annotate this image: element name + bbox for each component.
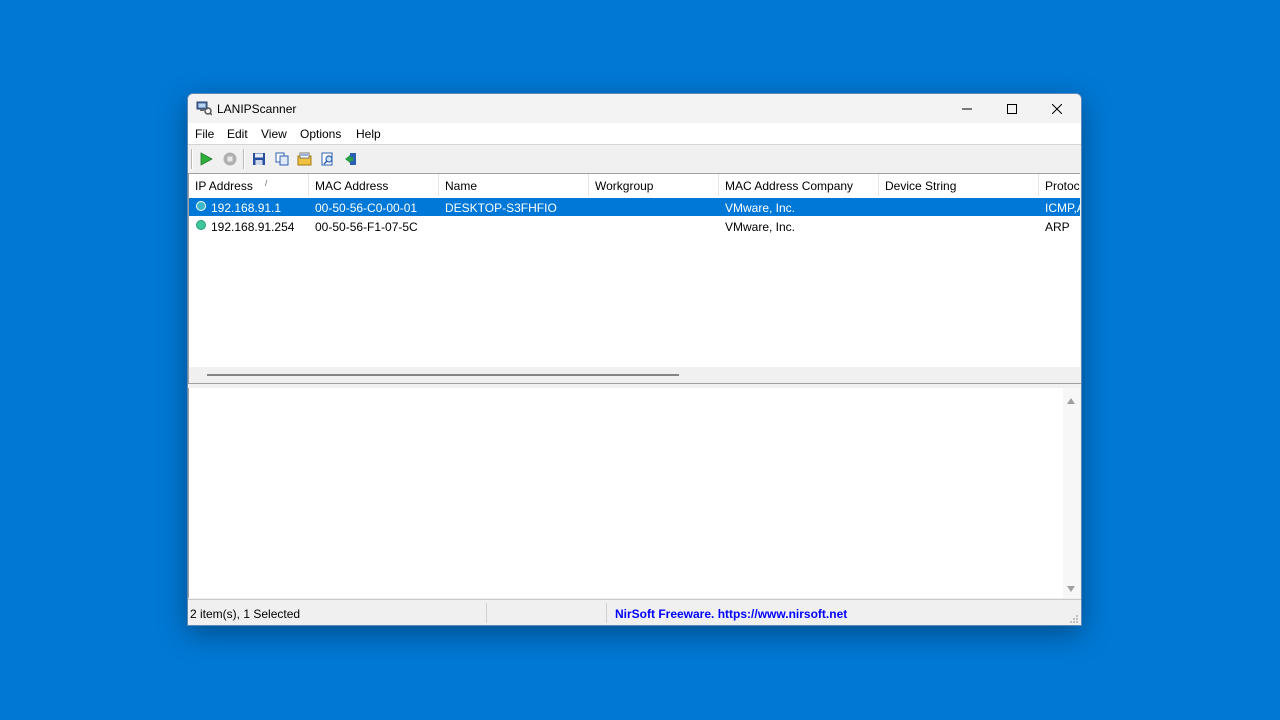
stop-scan-icon bbox=[223, 152, 237, 166]
cell-company: VMware, Inc. bbox=[725, 220, 796, 234]
copy-icon bbox=[275, 152, 289, 166]
horizontal-scrollbar-thumb[interactable] bbox=[207, 374, 679, 376]
toolbar-separator bbox=[191, 149, 193, 169]
scroll-down-icon[interactable] bbox=[1067, 586, 1075, 592]
copy-button[interactable] bbox=[273, 150, 291, 168]
start-scan-icon bbox=[200, 152, 213, 166]
stop-scan-button[interactable] bbox=[221, 150, 239, 168]
status-dot-icon bbox=[196, 201, 206, 211]
menu-bar: File Edit View Options Help bbox=[188, 123, 1081, 144]
status-panel-middle bbox=[487, 600, 606, 625]
status-dot-icon bbox=[196, 220, 206, 230]
menu-edit[interactable]: Edit bbox=[227, 127, 248, 141]
menu-view[interactable]: View bbox=[261, 127, 287, 141]
cell-ip: 192.168.91.1 bbox=[211, 201, 282, 215]
table-row[interactable]: 192.168.91.254 00-50-56-F1-07-5C VMware,… bbox=[189, 217, 1080, 235]
column-mac-company[interactable]: MAC Address Company bbox=[719, 174, 879, 196]
vertical-scrollbar[interactable] bbox=[1063, 388, 1080, 598]
column-protocol[interactable]: Protocol bbox=[1039, 174, 1080, 196]
cell-protocol: ICMP,A bbox=[1045, 201, 1080, 215]
status-panel-count: 2 item(s), 1 Selected bbox=[188, 600, 486, 625]
minimize-icon bbox=[962, 108, 972, 109]
cell-protocol: ARP bbox=[1045, 220, 1070, 234]
menu-options[interactable]: Options bbox=[300, 127, 341, 141]
column-mac-address[interactable]: MAC Address bbox=[309, 174, 439, 196]
minimize-button[interactable] bbox=[944, 94, 990, 123]
exit-icon bbox=[345, 153, 356, 165]
nirsoft-link[interactable]: NirSoft Freeware. https://www.nirsoft.ne… bbox=[615, 607, 847, 621]
status-count: 2 item(s), 1 Selected bbox=[190, 607, 301, 621]
cell-company: VMware, Inc. bbox=[725, 201, 796, 215]
save-button[interactable] bbox=[250, 150, 268, 168]
app-window: LANIPScanner File Edit View Options Help bbox=[187, 93, 1082, 626]
window-title: LANIPScanner bbox=[217, 102, 297, 116]
cell-name: DESKTOP-S3FHFIO bbox=[445, 201, 557, 215]
toolbar bbox=[188, 144, 1081, 173]
start-scan-button[interactable] bbox=[197, 150, 215, 168]
resize-grip-icon[interactable] bbox=[1069, 614, 1079, 624]
results-list[interactable]: IP Address / MAC Address Name Workgroup … bbox=[188, 173, 1080, 384]
menu-help[interactable]: Help bbox=[356, 127, 381, 141]
save-icon bbox=[253, 153, 265, 165]
sort-ascending-icon: / bbox=[265, 179, 268, 188]
column-device-string[interactable]: Device String bbox=[879, 174, 1039, 196]
cell-ip: 192.168.91.254 bbox=[211, 220, 295, 234]
close-icon bbox=[1052, 103, 1062, 114]
maximize-button[interactable] bbox=[989, 94, 1035, 123]
exit-button[interactable] bbox=[342, 150, 360, 168]
status-bar: 2 item(s), 1 Selected NirSoft Freeware. … bbox=[188, 599, 1081, 625]
maximize-icon bbox=[1007, 103, 1017, 114]
find-icon bbox=[321, 152, 333, 166]
table-row[interactable]: 192.168.91.1 00-50-56-C0-00-01 DESKTOP-S… bbox=[189, 198, 1080, 216]
scroll-up-icon[interactable] bbox=[1067, 398, 1075, 404]
toolbar-separator bbox=[243, 149, 245, 169]
network-scanner-icon bbox=[196, 100, 213, 116]
cell-mac: 00-50-56-F1-07-5C bbox=[315, 220, 418, 234]
close-button[interactable] bbox=[1034, 94, 1080, 123]
column-header: IP Address / MAC Address Name Workgroup … bbox=[189, 174, 1080, 196]
status-panel-link: NirSoft Freeware. https://www.nirsoft.ne… bbox=[607, 600, 1067, 625]
properties-button[interactable] bbox=[296, 150, 314, 168]
cell-mac: 00-50-56-C0-00-01 bbox=[315, 201, 418, 215]
horizontal-scrollbar[interactable] bbox=[189, 367, 1080, 384]
properties-icon bbox=[297, 152, 312, 166]
column-ip-address[interactable]: IP Address / bbox=[189, 174, 309, 196]
find-button[interactable] bbox=[319, 150, 337, 168]
title-bar[interactable]: LANIPScanner bbox=[188, 94, 1081, 123]
column-name[interactable]: Name bbox=[439, 174, 589, 196]
details-pane[interactable] bbox=[188, 388, 1080, 598]
column-workgroup[interactable]: Workgroup bbox=[589, 174, 719, 196]
menu-file[interactable]: File bbox=[195, 127, 214, 141]
